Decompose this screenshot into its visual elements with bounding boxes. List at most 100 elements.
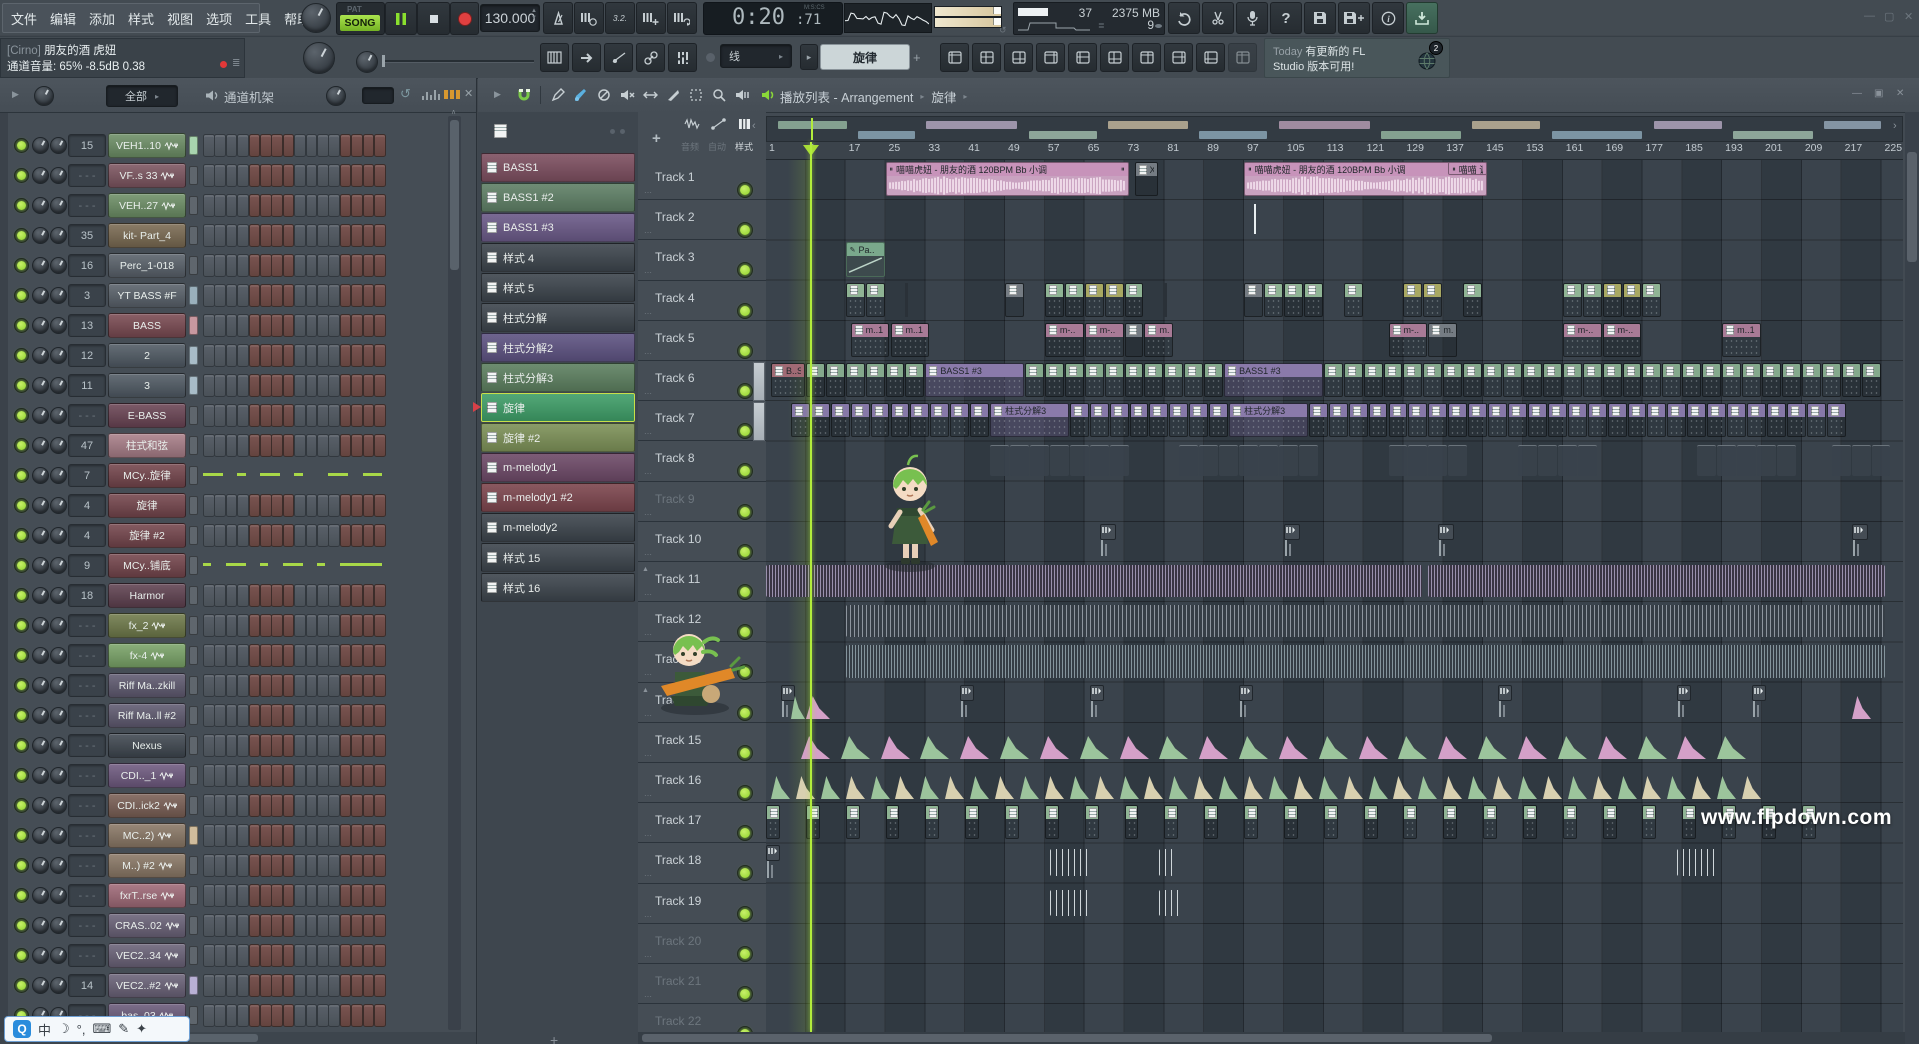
step-cell[interactable] [283,434,295,457]
channel-pan-knob[interactable] [32,197,49,214]
channel-volume-knob[interactable] [50,797,67,814]
step-cell[interactable] [226,644,238,667]
clip[interactable] [1682,363,1701,397]
step-cell[interactable] [351,674,363,697]
step-cell[interactable] [271,194,283,217]
menu-item-6[interactable]: 选项 [206,9,232,28]
channel-pan-knob[interactable] [32,977,49,994]
app-close-button[interactable]: ✕ [1904,10,1913,23]
pattern-clip-header[interactable] [1370,404,1387,417]
step-cell[interactable] [214,614,226,637]
step-cell[interactable] [249,494,261,517]
channel-pan-knob[interactable] [32,497,49,514]
step-cell[interactable] [203,884,215,907]
channel-mute-strip[interactable] [189,316,198,335]
clip[interactable] [1239,685,1253,701]
rack-vscroll-handle[interactable] [450,120,459,270]
clip[interactable] [1463,363,1482,397]
step-cell[interactable] [328,284,340,307]
track-mute-led[interactable] [737,946,753,962]
info-icon[interactable]: i [1372,2,1404,34]
navigator-fwd-icon[interactable]: › [1893,120,1897,132]
channel-button[interactable]: 旋律 [108,493,186,518]
step-cell[interactable] [363,644,375,667]
step-cell[interactable] [374,134,386,157]
clip[interactable]: 旋.. [1045,283,1064,317]
clip[interactable] [960,685,974,701]
clip[interactable] [1239,445,1258,475]
step-cell[interactable] [340,194,352,217]
step-cell[interactable] [351,344,363,367]
delete-icon[interactable] [594,85,614,105]
folder-icon[interactable] [1068,43,1097,72]
step-cell[interactable] [340,644,352,667]
pattern-clip-header[interactable] [1524,364,1541,377]
step-cell[interactable] [317,524,329,547]
clip[interactable] [791,695,805,719]
playlist-hscroll-handle[interactable] [642,1034,1492,1042]
clip[interactable] [895,775,914,799]
step-cell[interactable] [306,764,318,787]
pattern-item[interactable]: 柱式分解 [481,303,635,332]
track-header[interactable]: Track 19⋯ [638,884,766,924]
clip[interactable] [1578,445,1597,475]
step-cell[interactable] [214,704,226,727]
track-options-dots[interactable]: ⋯ [644,992,653,1001]
channel-button[interactable]: fx_2 [108,613,186,638]
clip[interactable] [1120,775,1139,799]
step-cell[interactable] [237,974,249,997]
step-cell[interactable] [351,524,363,547]
pattern-clip-header[interactable]: 旋.. [1126,284,1143,297]
track-options-dots[interactable]: ⋯ [644,791,653,800]
step-cell[interactable] [271,584,283,607]
navigator-back-icon[interactable]: ‹ [752,120,756,132]
soft-keyboard-icon[interactable]: ⌨ [92,1021,111,1037]
step-cell[interactable] [226,194,238,217]
playlist-vscroll-handle[interactable] [1907,152,1917,262]
clip[interactable] [1279,445,1298,475]
clip[interactable] [1239,735,1268,759]
clip[interactable] [846,363,865,397]
clip[interactable] [1762,363,1781,397]
step-cell[interactable] [249,794,261,817]
track-options-dots[interactable]: ⋯ [644,952,653,961]
pattern-clip-header[interactable]: 旋.. [1464,284,1481,297]
step-cell[interactable] [283,494,295,517]
pattern-clip-header[interactable] [1609,404,1626,417]
select-icon[interactable] [686,85,706,105]
clip[interactable] [1543,363,1562,397]
step-cell[interactable] [328,224,340,247]
step-cell[interactable] [283,404,295,427]
step-cell[interactable] [317,704,329,727]
step-cell[interactable] [306,644,318,667]
pattern-clip-header[interactable] [951,404,968,417]
track-header[interactable]: Track 5⋯ [638,321,766,361]
track-options-dots[interactable]: ⋯ [644,228,653,237]
step-cell[interactable] [340,824,352,847]
step-cell[interactable] [226,1004,238,1027]
channel-button[interactable]: MCy..铺底 [108,553,186,578]
clip[interactable] [1568,775,1587,799]
channel-button[interactable]: Harmor [108,583,186,608]
channel-enable-led[interactable] [14,648,29,663]
playlist-minimize-button[interactable]: — [1852,88,1862,99]
pattern-clip-header[interactable] [792,404,809,417]
pattern-item[interactable]: 柱式分解3 [481,363,635,392]
clip[interactable] [1782,363,1801,397]
pattern-clip-header[interactable]: 旋.. [1564,284,1581,297]
clip[interactable]: 音 [1443,805,1457,839]
clip[interactable]: 2 [1423,283,1442,317]
clip[interactable] [1020,775,1039,799]
step-cell[interactable] [374,614,386,637]
clip[interactable] [1872,445,1891,475]
channel-pan-knob[interactable] [32,947,49,964]
channel-mute-strip[interactable] [189,346,198,365]
step-cell[interactable] [226,824,238,847]
step-cell[interactable] [317,344,329,367]
step-cell[interactable] [306,614,318,637]
metronome-icon[interactable] [543,2,573,34]
channel-pan-knob[interactable] [32,527,49,544]
track-header[interactable]: Track 6⋯ [638,361,766,401]
channel-button[interactable]: M..) #2 [108,853,186,878]
master-pitch-slider[interactable] [934,17,1002,28]
